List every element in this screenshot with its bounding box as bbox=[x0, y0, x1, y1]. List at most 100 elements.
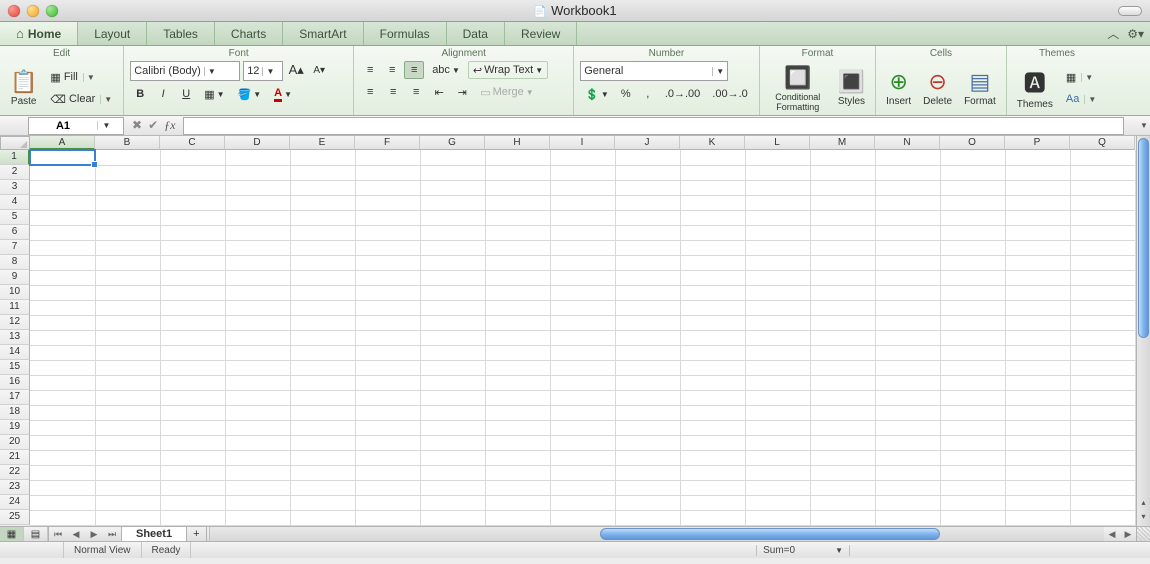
column-header[interactable]: A bbox=[30, 136, 95, 150]
cell[interactable] bbox=[680, 345, 745, 360]
cell[interactable] bbox=[30, 435, 95, 450]
row-header[interactable]: 25 bbox=[0, 510, 30, 525]
horizontal-scroll-thumb[interactable] bbox=[600, 528, 940, 540]
cell[interactable] bbox=[95, 375, 160, 390]
cell[interactable] bbox=[875, 255, 940, 270]
cell[interactable] bbox=[485, 480, 550, 495]
cell[interactable] bbox=[160, 360, 225, 375]
cancel-formula-icon[interactable]: ✖ bbox=[132, 118, 142, 133]
cell[interactable] bbox=[745, 225, 810, 240]
cell[interactable] bbox=[95, 465, 160, 480]
cell[interactable] bbox=[550, 315, 615, 330]
cell[interactable] bbox=[875, 405, 940, 420]
cell[interactable] bbox=[745, 300, 810, 315]
cell[interactable] bbox=[940, 150, 1005, 165]
cell[interactable] bbox=[225, 285, 290, 300]
cell[interactable] bbox=[745, 465, 810, 480]
cell[interactable] bbox=[95, 195, 160, 210]
cell[interactable] bbox=[95, 435, 160, 450]
cell[interactable] bbox=[680, 360, 745, 375]
cell[interactable] bbox=[420, 150, 485, 165]
row-header[interactable]: 18 bbox=[0, 405, 30, 420]
cell[interactable] bbox=[1005, 435, 1070, 450]
cell[interactable] bbox=[1005, 345, 1070, 360]
cell[interactable] bbox=[355, 375, 420, 390]
cell[interactable] bbox=[30, 330, 95, 345]
cell[interactable] bbox=[355, 195, 420, 210]
cell[interactable] bbox=[95, 360, 160, 375]
cell[interactable] bbox=[30, 450, 95, 465]
cell[interactable] bbox=[225, 255, 290, 270]
cell[interactable] bbox=[290, 510, 355, 525]
cell[interactable] bbox=[485, 495, 550, 510]
tab-home[interactable]: Home bbox=[0, 22, 78, 45]
tab-layout[interactable]: Layout bbox=[78, 22, 147, 45]
cell[interactable] bbox=[420, 360, 485, 375]
cell[interactable] bbox=[1005, 285, 1070, 300]
cell[interactable] bbox=[30, 315, 95, 330]
cell[interactable] bbox=[355, 210, 420, 225]
cell[interactable] bbox=[355, 480, 420, 495]
cell[interactable] bbox=[615, 405, 680, 420]
cell[interactable] bbox=[875, 480, 940, 495]
cell[interactable] bbox=[485, 180, 550, 195]
cell[interactable] bbox=[810, 510, 875, 525]
cell[interactable] bbox=[420, 165, 485, 180]
cell[interactable] bbox=[550, 420, 615, 435]
cell[interactable] bbox=[1070, 405, 1135, 420]
cell[interactable] bbox=[355, 465, 420, 480]
cell[interactable] bbox=[30, 255, 95, 270]
cell[interactable] bbox=[615, 165, 680, 180]
cell[interactable] bbox=[1005, 300, 1070, 315]
cell[interactable] bbox=[420, 330, 485, 345]
cell[interactable] bbox=[95, 420, 160, 435]
cell[interactable] bbox=[1005, 210, 1070, 225]
name-box[interactable]: ▼ bbox=[28, 117, 124, 135]
cell[interactable] bbox=[1070, 225, 1135, 240]
cell[interactable] bbox=[810, 150, 875, 165]
cell[interactable] bbox=[810, 255, 875, 270]
cell[interactable] bbox=[95, 180, 160, 195]
currency-button[interactable]: 💲▼ bbox=[580, 85, 614, 103]
cell[interactable] bbox=[95, 240, 160, 255]
cell[interactable] bbox=[550, 240, 615, 255]
cell[interactable] bbox=[290, 165, 355, 180]
cell[interactable] bbox=[485, 315, 550, 330]
cell[interactable] bbox=[160, 240, 225, 255]
cell[interactable] bbox=[1070, 375, 1135, 390]
cell[interactable] bbox=[1005, 315, 1070, 330]
theme-fonts-button[interactable]: Aa▼ bbox=[1061, 90, 1101, 108]
cell[interactable] bbox=[30, 345, 95, 360]
cell[interactable] bbox=[1005, 375, 1070, 390]
cell[interactable] bbox=[420, 480, 485, 495]
cell[interactable] bbox=[355, 150, 420, 165]
cell[interactable] bbox=[810, 465, 875, 480]
conditional-formatting-button[interactable]: 🔲 Conditional Formatting bbox=[766, 61, 830, 115]
row-header[interactable]: 2 bbox=[0, 165, 30, 180]
row-header[interactable]: 21 bbox=[0, 450, 30, 465]
normal-view-button[interactable]: ▦ bbox=[0, 527, 24, 541]
cell[interactable] bbox=[615, 480, 680, 495]
cell[interactable] bbox=[810, 435, 875, 450]
row-header[interactable]: 1 bbox=[0, 150, 30, 165]
cell[interactable] bbox=[225, 495, 290, 510]
cell[interactable] bbox=[485, 240, 550, 255]
align-left-button[interactable]: ≡ bbox=[360, 83, 380, 101]
delete-cells-button[interactable]: ⊖ Delete bbox=[919, 61, 956, 115]
cell[interactable] bbox=[225, 150, 290, 165]
cell[interactable] bbox=[1005, 255, 1070, 270]
cell[interactable] bbox=[615, 390, 680, 405]
cell[interactable] bbox=[550, 510, 615, 525]
percent-button[interactable]: % bbox=[616, 85, 636, 103]
cell[interactable] bbox=[615, 300, 680, 315]
cell[interactable] bbox=[160, 330, 225, 345]
cell[interactable] bbox=[940, 435, 1005, 450]
cell[interactable] bbox=[550, 165, 615, 180]
cell[interactable] bbox=[940, 180, 1005, 195]
cell[interactable] bbox=[420, 450, 485, 465]
cell[interactable] bbox=[745, 285, 810, 300]
cell[interactable] bbox=[940, 165, 1005, 180]
cell[interactable] bbox=[1070, 255, 1135, 270]
cell[interactable] bbox=[225, 390, 290, 405]
font-color-button[interactable]: A▼ bbox=[269, 85, 297, 103]
